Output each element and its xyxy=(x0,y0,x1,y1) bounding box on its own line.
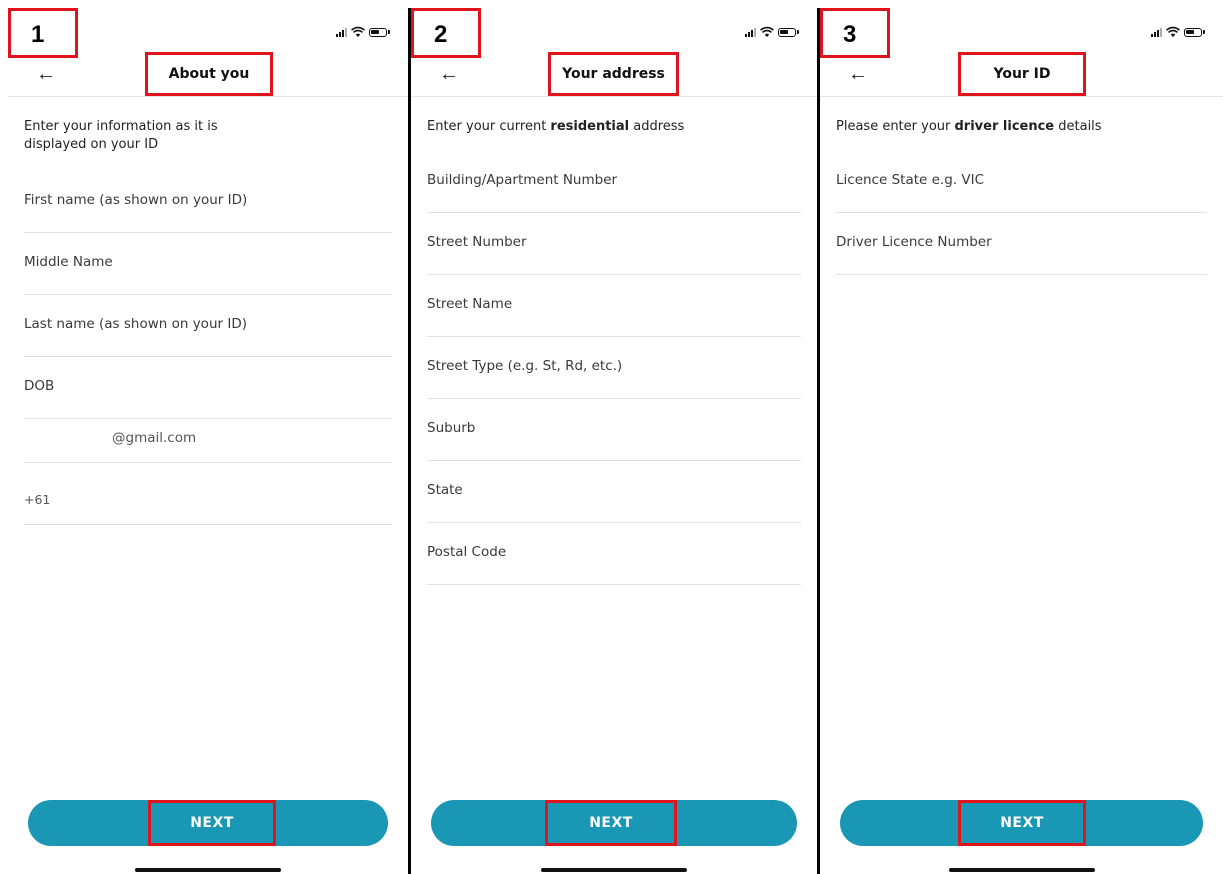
intro-text: Enter your current residential address xyxy=(427,118,727,136)
licence-number-field[interactable]: Driver Licence Number xyxy=(836,212,1207,275)
email-value: @gmail.com xyxy=(112,430,197,446)
wifi-icon xyxy=(760,26,774,37)
postal-code-placeholder: Postal Code xyxy=(427,544,507,560)
step-badge: 2 xyxy=(411,8,481,58)
street-type-placeholder: Street Type (e.g. St, Rd, etc.) xyxy=(427,358,623,374)
status-bar xyxy=(745,26,799,38)
panel-your-id: 3 ← Your ID Please enter your driver lic… xyxy=(820,8,1223,874)
battery-icon xyxy=(1184,27,1202,37)
header-divider xyxy=(411,96,817,97)
intro-text-emphasis: driver licence xyxy=(954,119,1055,134)
home-indicator xyxy=(949,868,1095,872)
phone-field[interactable]: +61 xyxy=(24,464,392,525)
first-name-placeholder: First name (as shown on your ID) xyxy=(24,192,248,208)
step-number: 3 xyxy=(843,21,857,48)
intro-text-start: Please enter your xyxy=(836,119,955,134)
licence-state-field[interactable]: Licence State e.g. VIC xyxy=(836,150,1207,213)
status-bar xyxy=(1151,26,1205,38)
battery-icon xyxy=(778,27,796,37)
suburb-placeholder: Suburb xyxy=(427,420,476,436)
email-field[interactable]: @gmail.com xyxy=(24,408,392,463)
home-indicator xyxy=(541,868,687,872)
street-name-field[interactable]: Street Name xyxy=(427,274,801,337)
intro-text-end: details xyxy=(1054,119,1102,134)
suburb-field[interactable]: Suburb xyxy=(427,398,801,461)
intro-text: Enter your information as it is displaye… xyxy=(24,119,218,152)
building-number-field[interactable]: Building/Apartment Number xyxy=(427,150,801,213)
intro-text-emphasis: residential xyxy=(550,119,630,134)
wifi-icon xyxy=(351,26,365,37)
next-button-label[interactable]: NEXT xyxy=(545,800,677,846)
intro-text: Please enter your driver licence details xyxy=(836,118,1136,136)
middle-name-field[interactable]: Middle Name xyxy=(24,232,392,295)
battery-icon xyxy=(369,27,387,37)
back-arrow-icon[interactable]: ← xyxy=(36,64,56,84)
state-placeholder: State xyxy=(427,482,463,498)
middle-name-placeholder: Middle Name xyxy=(24,254,113,270)
next-button-label[interactable]: NEXT xyxy=(148,800,276,846)
header-divider xyxy=(820,96,1223,97)
first-name-field[interactable]: First name (as shown on your ID) xyxy=(24,170,392,233)
dob-placeholder: DOB xyxy=(24,378,55,394)
page-title: Your address xyxy=(548,52,679,96)
signal-icon xyxy=(745,27,756,37)
signal-icon xyxy=(1151,27,1162,37)
page-title: About you xyxy=(145,52,273,96)
phone-value: +61 xyxy=(24,492,51,507)
back-arrow-icon[interactable]: ← xyxy=(848,64,868,84)
panel-your-address: 2 ← Your address Enter your current resi… xyxy=(411,8,817,874)
street-number-placeholder: Street Number xyxy=(427,234,527,250)
licence-number-placeholder: Driver Licence Number xyxy=(836,234,992,250)
intro-text-end: address xyxy=(629,119,685,134)
building-number-placeholder: Building/Apartment Number xyxy=(427,172,618,188)
step-number: 1 xyxy=(31,21,45,48)
home-indicator xyxy=(135,868,281,872)
intro-text-start: Enter your current xyxy=(427,119,551,134)
panel-about-you: 1 ← About you Enter your information as … xyxy=(8,8,408,874)
wifi-icon xyxy=(1166,26,1180,37)
licence-state-placeholder: Licence State e.g. VIC xyxy=(836,172,984,188)
street-number-field[interactable]: Street Number xyxy=(427,212,801,275)
signal-icon xyxy=(336,27,347,37)
header-divider xyxy=(8,96,408,97)
status-bar xyxy=(336,26,390,38)
postal-code-field[interactable]: Postal Code xyxy=(427,522,801,585)
next-button-label[interactable]: NEXT xyxy=(958,800,1086,846)
step-badge: 3 xyxy=(820,8,890,58)
last-name-field[interactable]: Last name (as shown on your ID) xyxy=(24,294,392,357)
last-name-placeholder: Last name (as shown on your ID) xyxy=(24,316,247,332)
page-title: Your ID xyxy=(958,52,1086,96)
step-badge: 1 xyxy=(8,8,78,58)
state-field[interactable]: State xyxy=(427,460,801,523)
step-number: 2 xyxy=(434,21,448,48)
back-arrow-icon[interactable]: ← xyxy=(439,64,459,84)
street-type-field[interactable]: Street Type (e.g. St, Rd, etc.) xyxy=(427,336,801,399)
street-name-placeholder: Street Name xyxy=(427,296,513,312)
